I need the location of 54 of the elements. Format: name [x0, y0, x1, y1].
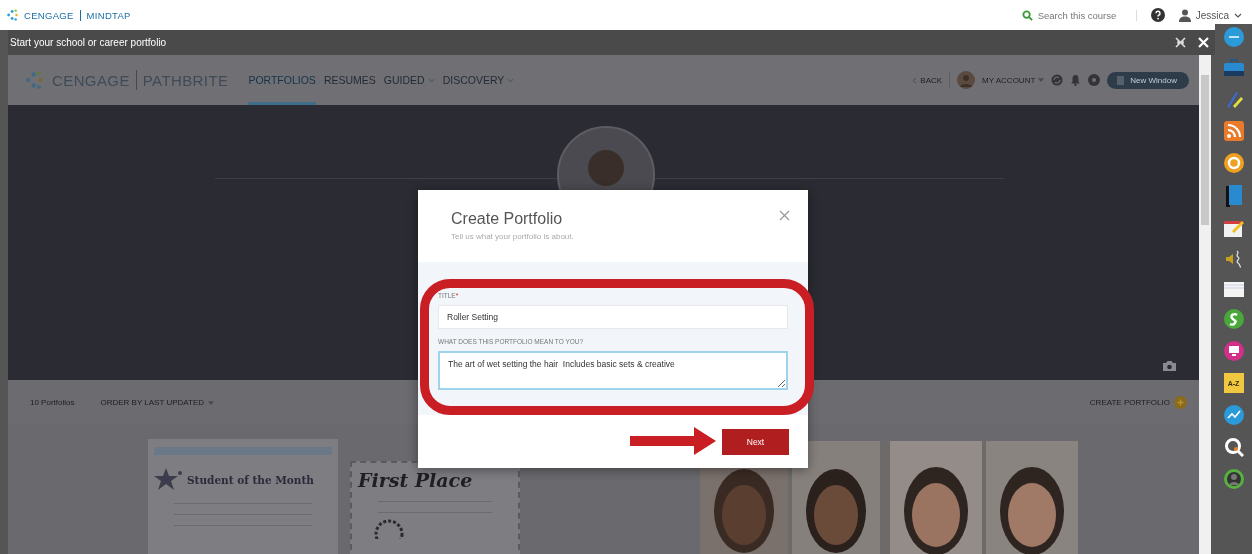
search-icon	[1021, 9, 1033, 21]
product-name: MINDTAP	[86, 9, 131, 21]
seal-icon	[374, 519, 404, 539]
star-icon	[154, 467, 184, 493]
profile-icon[interactable]	[1223, 469, 1244, 489]
title-field[interactable]: Roller Setting	[438, 305, 788, 329]
search-field[interactable]: Search this course	[1021, 9, 1137, 21]
caret-icon	[1038, 78, 1045, 82]
bell-icon[interactable]	[1070, 74, 1082, 86]
next-button[interactable]: Next	[722, 428, 789, 455]
nav-tab[interactable]: DISCOVERY	[442, 55, 515, 105]
briefcase-icon[interactable]	[1222, 59, 1245, 77]
certificate-title: First Place	[358, 469, 474, 491]
dialog-title: Create Portfolio	[451, 210, 564, 228]
plus-icon	[1174, 396, 1187, 409]
search-icon[interactable]	[1223, 437, 1244, 457]
speaker-icon[interactable]	[1224, 249, 1243, 269]
collapse-icon[interactable]	[1175, 37, 1186, 48]
sync-icon[interactable]	[1051, 74, 1064, 86]
logo-icon	[6, 8, 20, 22]
chart-icon[interactable]	[1223, 405, 1244, 425]
caret-icon	[208, 400, 215, 405]
dialog-subtitle: Tell us what your portfolio is about.	[451, 232, 574, 241]
scrollbar[interactable]	[1199, 55, 1211, 554]
camera-icon[interactable]	[1162, 360, 1177, 372]
portfolio-count: 10 Portfolios	[30, 398, 75, 407]
sort-dropdown[interactable]: ORDER BY LAST UPDATED	[100, 398, 215, 407]
account-menu[interactable]: MY ACCOUNT	[982, 75, 1045, 85]
new-window-button[interactable]: New Window	[1107, 71, 1189, 89]
arrow-icon	[630, 427, 716, 455]
award-thumbnail[interactable]: First Place	[350, 461, 520, 554]
nav-tab[interactable]: GUIDED	[383, 55, 435, 105]
avatar	[957, 71, 976, 89]
certificate-thumbnail[interactable]: Student of the Month	[148, 439, 338, 554]
create-portfolio-link[interactable]: CREATE PORTFOLIO	[1089, 396, 1187, 409]
book-icon[interactable]	[1225, 185, 1242, 207]
app-icon[interactable]	[1223, 27, 1244, 47]
chevron-down-icon	[1234, 12, 1242, 18]
app-icon[interactable]	[1223, 309, 1244, 329]
user-menu[interactable]: Jessica	[1178, 8, 1242, 22]
document-icon	[1116, 75, 1126, 85]
card-icon[interactable]	[1223, 281, 1244, 297]
user-icon	[1178, 8, 1191, 22]
logo-text: CENGAGE	[24, 9, 74, 21]
app-icon[interactable]	[1223, 153, 1244, 173]
note-icon[interactable]	[1223, 219, 1244, 237]
certificate-title: Student of the Month	[187, 474, 314, 486]
description-field[interactable]: The art of wet setting the hair Includes basic sets & creative	[438, 351, 788, 390]
back-link[interactable]: BACK	[912, 75, 943, 85]
chevron-left-icon	[912, 76, 918, 84]
nav-tab[interactable]: RESUMES	[323, 55, 376, 105]
monitor-icon[interactable]	[1223, 341, 1244, 361]
window-title: Start your school or career portfolio	[10, 37, 167, 48]
rss-icon[interactable]	[1223, 121, 1244, 141]
